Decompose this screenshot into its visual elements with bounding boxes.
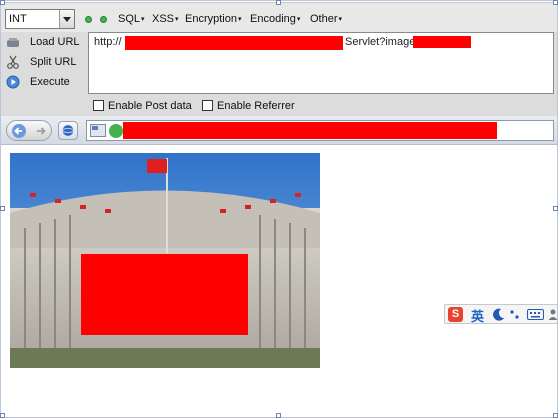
forward-arrow-icon[interactable] — [33, 124, 49, 138]
url-prefix: http:// — [94, 36, 122, 48]
building-photo — [10, 153, 320, 368]
type-select-value: INT — [9, 13, 27, 25]
ime-mode-label[interactable]: 英 — [471, 306, 484, 325]
checkbox-box[interactable] — [202, 100, 213, 111]
hackbar-top-row: INT SQL▾ XSS▾ Encryption▾ Encoding▾ Othe… — [0, 2, 558, 32]
resize-handle[interactable] — [553, 206, 558, 211]
globe-icon — [62, 125, 74, 136]
menu-xss[interactable]: XSS▾ — [152, 13, 179, 25]
url-suffix: Servlet?image — [345, 36, 416, 48]
address-bar[interactable] — [86, 120, 554, 141]
menu-sql[interactable]: SQL▾ — [118, 13, 145, 25]
split-url-button[interactable]: Split URL — [6, 53, 84, 71]
redacted-address — [123, 122, 497, 139]
menu-other[interactable]: Other▾ — [310, 13, 342, 25]
scissors-icon — [7, 55, 19, 69]
page-icon — [90, 124, 106, 137]
ime-toolbar[interactable]: S 英 — [444, 304, 558, 324]
screenshot-frame: INT SQL▾ XSS▾ Encryption▾ Encoding▾ Othe… — [0, 0, 558, 418]
load-url-button[interactable]: Load URL — [6, 33, 84, 51]
checkbox-box[interactable] — [93, 100, 104, 111]
resize-handle[interactable] — [0, 0, 5, 5]
resize-handle[interactable] — [276, 0, 281, 5]
back-arrow-icon[interactable] — [11, 124, 27, 138]
browser-toolbar — [0, 116, 558, 145]
type-select[interactable]: INT — [5, 9, 75, 29]
resize-handle[interactable] — [0, 206, 5, 211]
menu-encryption[interactable]: Encryption▾ — [185, 13, 242, 25]
load-url-icon — [7, 38, 19, 47]
enable-post-data-checkbox[interactable]: Enable Post data — [93, 99, 192, 113]
decrease-icon[interactable] — [85, 16, 92, 23]
resize-handle[interactable] — [276, 413, 281, 418]
url-textarea[interactable]: http:// Servlet?image — [88, 32, 554, 94]
menu-encoding[interactable]: Encoding▾ — [250, 13, 300, 25]
browser-logo-button[interactable] — [58, 121, 78, 140]
site-status-icon — [109, 124, 123, 138]
execute-button[interactable]: Execute — [6, 73, 84, 91]
enable-referrer-checkbox[interactable]: Enable Referrer — [202, 99, 295, 113]
increase-icon[interactable] — [100, 16, 107, 23]
navigation-buttons — [6, 120, 52, 141]
resize-handle[interactable] — [553, 0, 558, 5]
redacted-image-region — [81, 254, 248, 335]
resize-handle[interactable] — [0, 413, 5, 418]
moon-icon[interactable] — [493, 308, 505, 321]
redacted-url-param — [413, 36, 471, 48]
resize-handle[interactable] — [553, 413, 558, 418]
ime-logo: S — [448, 307, 463, 322]
keyboard-icon[interactable] — [527, 308, 544, 321]
chevron-down-icon[interactable] — [59, 10, 74, 28]
hackbar-options: Enable Post data Enable Referrer — [0, 96, 558, 116]
redacted-url-host — [125, 36, 343, 50]
play-icon — [6, 75, 20, 89]
punctuation-icon[interactable] — [509, 308, 521, 321]
